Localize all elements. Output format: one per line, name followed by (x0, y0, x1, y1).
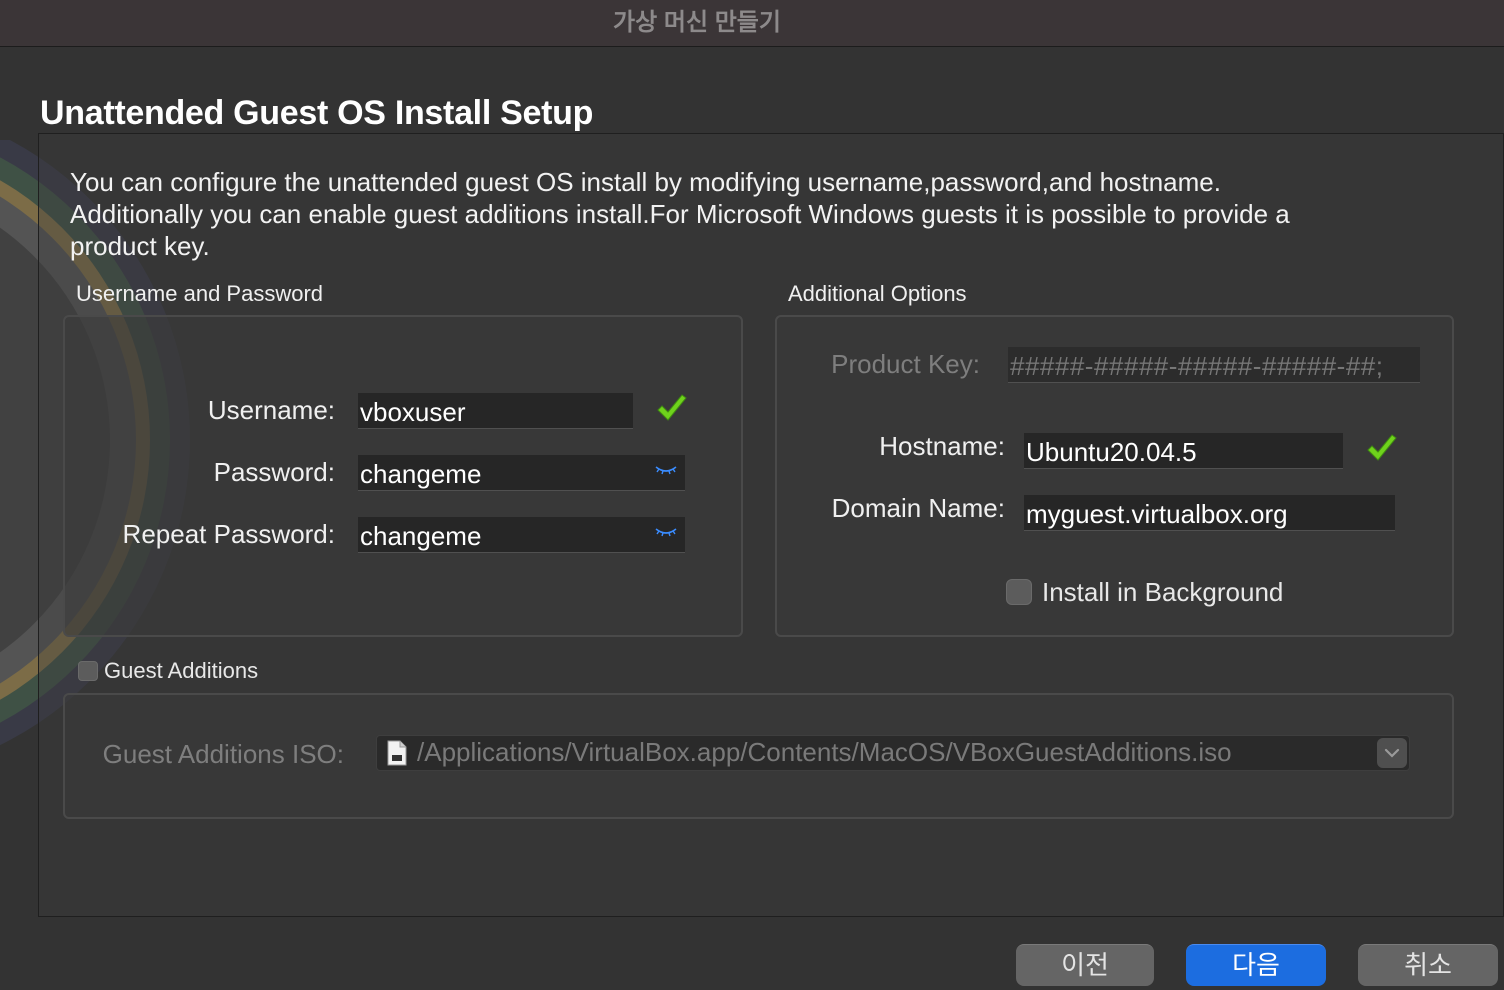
hostname-value: Ubuntu20.04.5 (1026, 437, 1197, 467)
additional-options-group-label: Additional Options (788, 281, 967, 306)
guest-additions-checkbox[interactable] (78, 661, 98, 681)
repeat-password-label: Repeat Password: (122, 519, 335, 549)
file-icon (387, 740, 407, 766)
guest-additions-iso-selector[interactable]: /Applications/VirtualBox.app/Contents/Ma… (376, 735, 1410, 771)
hostname-label: Hostname: (879, 431, 1005, 461)
password-label: Password: (213, 457, 335, 487)
password-value: changeme (360, 459, 482, 489)
install-in-background-label[interactable]: Install in Background (1042, 577, 1283, 608)
repeat-password-value: changeme (360, 521, 482, 551)
window-titlebar: 가상 머신 만들기 (0, 0, 1504, 47)
guest-additions-iso-path: /Applications/VirtualBox.app/Contents/Ma… (417, 737, 1232, 767)
chevron-down-icon (1384, 748, 1400, 758)
username-label: Username: (207, 395, 335, 425)
password-visibility-icon[interactable] (655, 463, 677, 477)
domain-name-value: myguest.virtualbox.org (1026, 499, 1288, 529)
product-key-field[interactable]: #####-#####-#####-#####-##; (1008, 347, 1420, 383)
password-field[interactable]: changeme (358, 455, 685, 491)
window-title: 가상 머신 만들기 (613, 9, 781, 36)
cancel-button[interactable]: 취소 (1358, 944, 1498, 986)
guest-additions-iso-label: Guest Additions ISO: (102, 739, 344, 769)
page-description: You can configure the unattended guest O… (70, 167, 1290, 261)
install-in-background-checkbox[interactable] (1006, 579, 1032, 605)
repeat-password-visibility-icon[interactable] (655, 525, 677, 539)
back-button[interactable]: 이전 (1016, 944, 1154, 986)
repeat-password-field[interactable]: changeme (358, 517, 685, 553)
iso-dropdown-button[interactable] (1377, 738, 1407, 768)
username-password-group-label: Username and Password (76, 281, 324, 306)
product-key-label: Product Key: (831, 349, 980, 379)
guest-additions-label[interactable]: Guest Additions (104, 658, 258, 684)
hostname-field[interactable]: Ubuntu20.04.5 (1024, 433, 1343, 469)
next-button[interactable]: 다음 (1186, 944, 1326, 986)
page-heading: Unattended Guest OS Install Setup (40, 94, 594, 132)
hostname-valid-check-icon (1367, 434, 1397, 461)
username-field[interactable]: vboxuser (358, 393, 633, 429)
domain-name-label: Domain Name: (831, 493, 1005, 523)
username-valid-check-icon (657, 394, 687, 421)
product-key-placeholder: #####-#####-#####-#####-##; (1010, 351, 1384, 381)
domain-name-field[interactable]: myguest.virtualbox.org (1024, 495, 1395, 531)
username-value: vboxuser (360, 397, 466, 427)
